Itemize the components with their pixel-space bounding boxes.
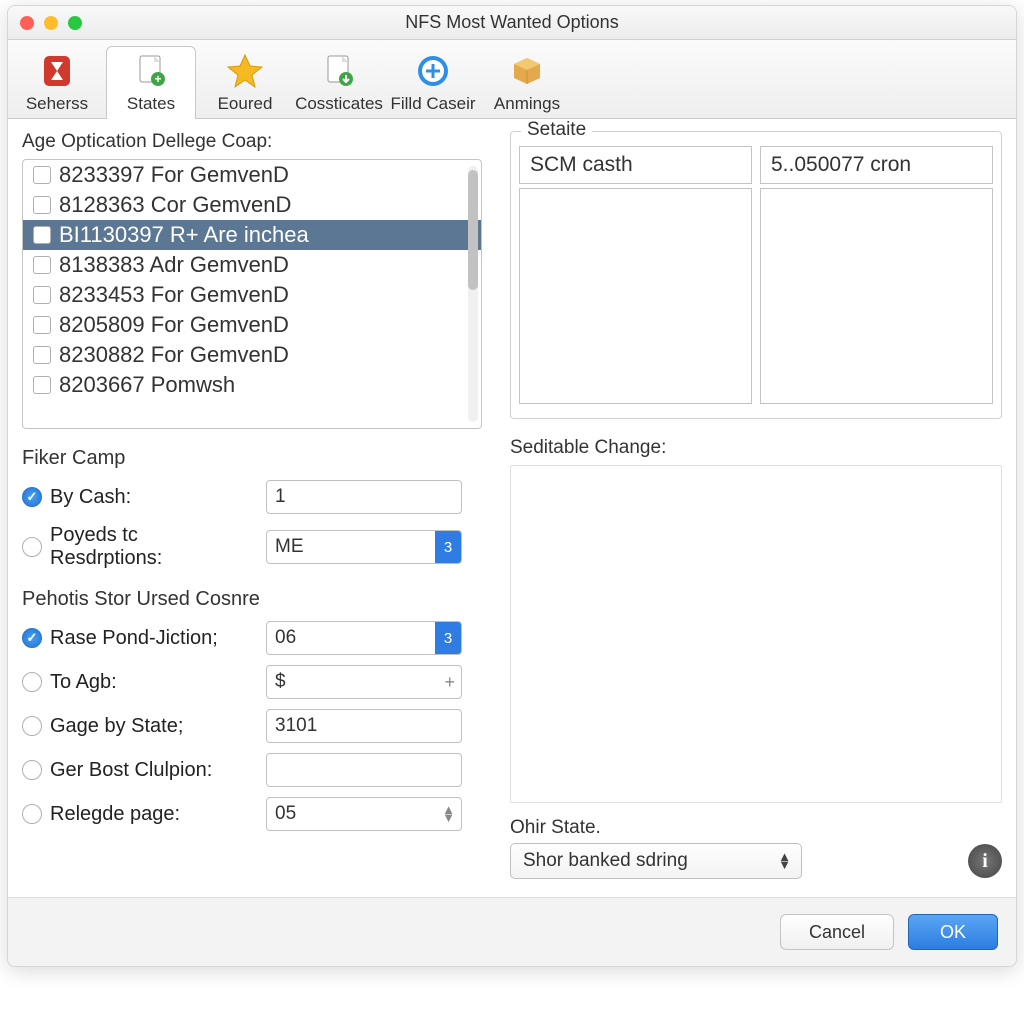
tab-states[interactable]: + States xyxy=(106,46,196,118)
relegde-stepper[interactable]: 05▲▼ xyxy=(266,797,462,831)
scroll-thumb[interactable] xyxy=(468,170,478,290)
rase-radio[interactable] xyxy=(22,628,42,648)
tab-label: Anmings xyxy=(494,94,560,114)
tab-seherss[interactable]: Seherss xyxy=(12,46,102,118)
checkbox-icon[interactable] xyxy=(33,316,51,334)
rase-select[interactable]: 063 xyxy=(266,621,462,655)
content: Age Optication Dellege Coap: 8233397 For… xyxy=(8,119,1016,897)
seditable-label: Seditable Change: xyxy=(510,437,1002,459)
tab-eoured[interactable]: Eoured xyxy=(200,46,290,118)
by-cash-radio[interactable] xyxy=(22,487,42,507)
box-icon xyxy=(508,52,546,90)
ger-input[interactable] xyxy=(266,753,462,787)
relegde-label: Relegde page: xyxy=(50,803,180,826)
list-label: Age Optication Dellege Coap: xyxy=(22,131,482,153)
fiker-title: Fiker Camp xyxy=(22,447,482,470)
tab-label: Filld Caseir xyxy=(390,94,475,114)
checkbox-icon[interactable] xyxy=(33,376,51,394)
gage-radio[interactable] xyxy=(22,716,42,736)
titlebar: NFS Most Wanted Options xyxy=(8,6,1016,40)
age-listbox[interactable]: 8233397 For GemvenD 8128363 Cor GemvenD … xyxy=(22,159,482,429)
info-icon: i xyxy=(982,850,988,873)
star-icon xyxy=(226,52,264,90)
document-add-icon: + xyxy=(132,52,170,90)
tab-label: Eoured xyxy=(218,94,273,114)
list-item[interactable]: 8233453 For GemvenD xyxy=(23,280,481,310)
setaite-col1-box xyxy=(519,188,752,404)
checkbox-icon[interactable] xyxy=(33,196,51,214)
checkbox-icon[interactable] xyxy=(33,166,51,184)
hourglass-icon xyxy=(38,52,76,90)
setaite-col1-header[interactable]: SCM casth xyxy=(519,146,752,184)
window-title: NFS Most Wanted Options xyxy=(8,12,1016,33)
pehotis-title: Pehotis Stor Ursed Cosnre xyxy=(22,588,482,611)
info-button[interactable]: i xyxy=(968,844,1002,878)
document-download-icon xyxy=(320,52,358,90)
toolbar: Seherss + States Eoured Cossticates Fill… xyxy=(8,40,1016,119)
cancel-button[interactable]: Cancel xyxy=(780,914,894,950)
checkbox-icon[interactable] xyxy=(33,286,51,304)
toagb-radio[interactable] xyxy=(22,672,42,692)
gage-label: Gage by State; xyxy=(50,715,183,738)
scrollbar[interactable] xyxy=(468,166,478,422)
list-item[interactable]: 8128363 Cor GemvenD xyxy=(23,190,481,220)
list-item-selected[interactable]: BI1130397 R+ Are inchea xyxy=(23,220,481,250)
checkbox-icon[interactable] xyxy=(33,346,51,364)
tab-label: States xyxy=(127,94,175,114)
tab-cossticates[interactable]: Cossticates xyxy=(294,46,384,118)
tab-filld-caseir[interactable]: Filld Caseir xyxy=(388,46,478,118)
poyeds-select[interactable]: ME3 xyxy=(266,530,462,564)
seditable-area[interactable] xyxy=(510,465,1002,803)
tab-anmings[interactable]: Anmings xyxy=(482,46,572,118)
ohir-dropdown[interactable]: Shor banked sdring ▲▼ xyxy=(510,843,802,879)
footer: Cancel OK xyxy=(8,897,1016,966)
ger-radio[interactable] xyxy=(22,760,42,780)
ok-button[interactable]: OK xyxy=(908,914,998,950)
ohir-label: Ohir State. xyxy=(510,817,1002,839)
checkbox-icon[interactable] xyxy=(33,256,51,274)
svg-text:+: + xyxy=(154,72,161,86)
plus-icon[interactable]: + xyxy=(444,672,455,693)
setaite-col2-header[interactable]: 5..050077 cron xyxy=(760,146,993,184)
chevron-down-icon: 3 xyxy=(435,531,461,563)
setaite-title: Setaite xyxy=(521,119,592,141)
checkbox-icon[interactable] xyxy=(33,226,51,244)
list-item[interactable]: 8205809 For GemvenD xyxy=(23,310,481,340)
stepper-arrows-icon[interactable]: ▲▼ xyxy=(442,806,455,822)
poyeds-radio[interactable] xyxy=(22,537,42,557)
list-item[interactable]: 8203667 Pomwsh xyxy=(23,370,481,400)
by-cash-input[interactable]: 1 xyxy=(266,480,462,514)
rase-label: Rase Pond-Jiction; xyxy=(50,627,218,650)
list-item[interactable]: 8230882 For GemvenD xyxy=(23,340,481,370)
ger-label: Ger Bost Clulpion: xyxy=(50,759,212,782)
updown-icon: ▲▼ xyxy=(778,853,791,869)
list-item[interactable]: 8233397 For GemvenD xyxy=(23,160,481,190)
chevron-down-icon: 3 xyxy=(435,622,461,654)
toagb-label: To Agb: xyxy=(50,671,117,694)
relegde-radio[interactable] xyxy=(22,804,42,824)
list-item[interactable]: 8138383 Adr GemvenD xyxy=(23,250,481,280)
plus-circle-icon xyxy=(414,52,452,90)
tab-label: Seherss xyxy=(26,94,88,114)
poyeds-label: Poyeds tc Resdrptions: xyxy=(50,524,252,570)
options-window: NFS Most Wanted Options Seherss + States… xyxy=(7,5,1017,967)
setaite-col2-box xyxy=(760,188,993,404)
setaite-group: Setaite SCM casth 5..050077 cron xyxy=(510,131,1002,419)
by-cash-label: By Cash: xyxy=(50,486,131,509)
gage-input[interactable]: 3101 xyxy=(266,709,462,743)
tab-label: Cossticates xyxy=(295,94,383,114)
toagb-stepper[interactable]: $+ xyxy=(266,665,462,699)
